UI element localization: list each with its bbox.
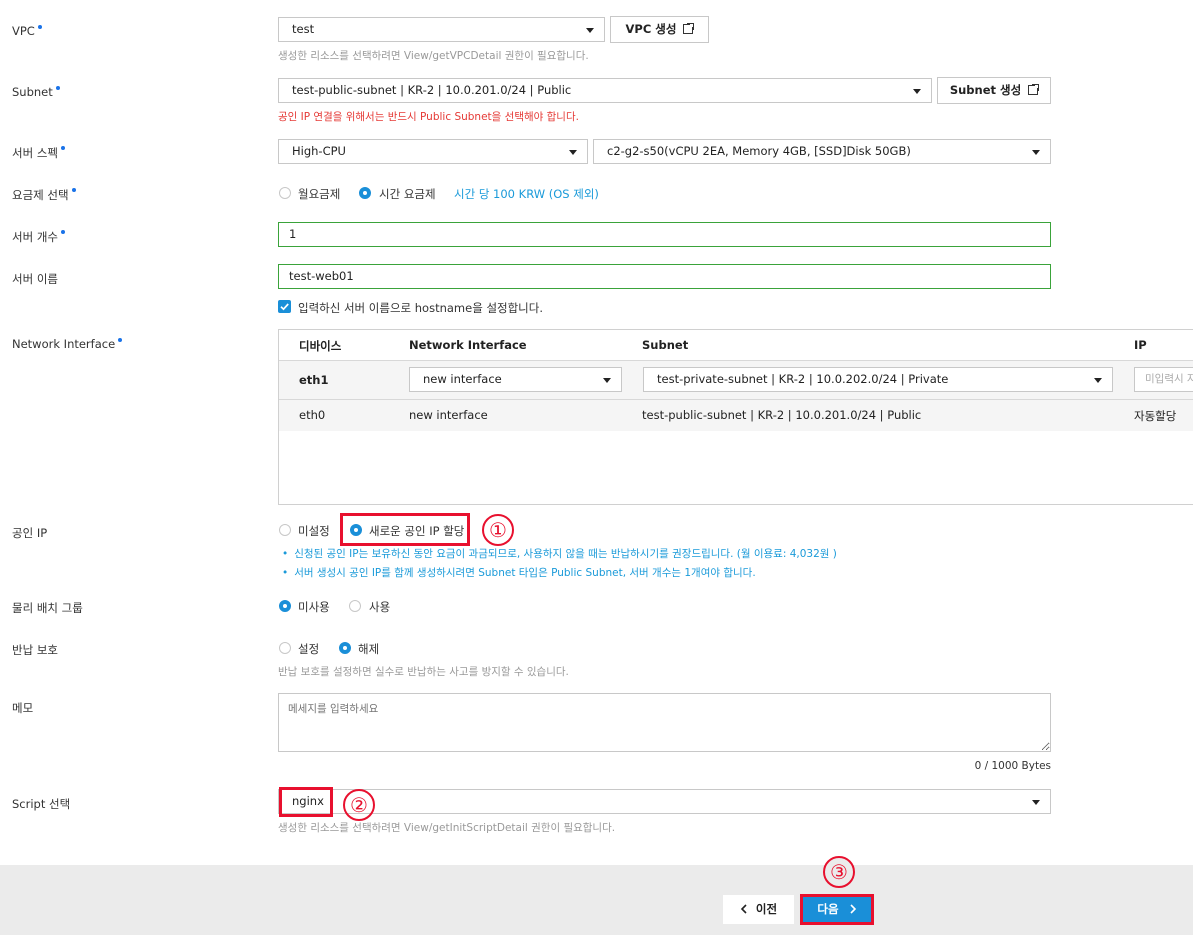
- row2-interface: new interface: [409, 408, 488, 422]
- row1-subnet-select[interactable]: test-private-subnet | KR-2 | 10.0.202.0/…: [643, 367, 1113, 392]
- subnet-warning-text: 공인 IP 연결을 위해서는 반드시 Public Subnet을 선택해야 합…: [278, 111, 579, 123]
- server-type-select[interactable]: High-CPU: [278, 139, 588, 164]
- caret-down-icon: [1032, 150, 1040, 155]
- return-protection-label: 반납 보호: [12, 643, 58, 657]
- pricing-label: 요금제 선택: [12, 187, 76, 203]
- table-header-subnet: Subnet: [642, 338, 689, 352]
- public-ip-none-radio[interactable]: [279, 524, 291, 536]
- row1-interface-select[interactable]: new interface: [409, 367, 622, 392]
- row2-device: eth0: [299, 408, 326, 422]
- caret-down-icon: [913, 89, 921, 94]
- server-spec-select[interactable]: c2-g2-s50(vCPU 2EA, Memory 4GB, [SSD]Dis…: [593, 139, 1051, 164]
- server-name-input[interactable]: test-web01: [278, 264, 1051, 289]
- row1-ip-input[interactable]: 미입력시 자: [1134, 367, 1193, 392]
- required-dot: [37, 25, 42, 29]
- pricing-price-text: 시간 당 100 KRW (OS 제외): [454, 187, 599, 201]
- external-link-icon: [683, 22, 696, 34]
- placement-unused-label: 미사용: [298, 600, 330, 614]
- row1-device: eth1: [299, 373, 329, 387]
- return-protection-on-label: 설정: [298, 642, 320, 656]
- required-dot: [118, 338, 123, 342]
- public-ip-label: 공인 IP: [12, 526, 48, 540]
- pricing-monthly-radio[interactable]: [279, 187, 291, 199]
- hostname-checkbox[interactable]: [278, 300, 291, 313]
- check-icon: [280, 303, 289, 311]
- subnet-create-button[interactable]: Subnet 생성: [937, 77, 1051, 104]
- script-select[interactable]: nginx: [278, 789, 1051, 814]
- script-help-text: 생성한 리소스를 선택하려면 View/getInitScriptDetail …: [278, 822, 616, 834]
- placement-used-label: 사용: [369, 600, 391, 614]
- annotation-circle-1: ①: [482, 514, 514, 546]
- hostname-checkbox-label: 입력하신 서버 이름으로 hostname을 설정합니다.: [298, 301, 543, 315]
- memo-byte-counter: 0 / 1000 Bytes: [974, 760, 1051, 772]
- row2-ip: 자동할당: [1134, 409, 1177, 423]
- external-link-icon: [1028, 83, 1041, 95]
- required-dot: [60, 230, 65, 234]
- table-header-device: 디바이스: [299, 339, 342, 353]
- table-header-interface: Network Interface: [409, 338, 527, 352]
- script-label: Script 선택: [12, 797, 71, 811]
- placement-group-label: 물리 배치 그룹: [12, 601, 83, 615]
- server-name-label: 서버 이름: [12, 272, 58, 286]
- vpc-help-text: 생성한 리소스를 선택하려면 View/getVPCDetail 권한이 필요합…: [278, 50, 589, 62]
- memo-textarea[interactable]: [278, 693, 1051, 752]
- pricing-hourly-label: 시간 요금제: [379, 187, 436, 201]
- return-protection-on-radio[interactable]: [279, 642, 291, 654]
- annotation-box-1: [340, 513, 470, 546]
- return-protection-help: 반납 보호를 설정하면 실수로 반납하는 사고를 방지할 수 있습니다.: [278, 666, 569, 678]
- required-dot: [60, 146, 65, 150]
- table-header-ip: IP: [1134, 338, 1147, 352]
- subnet-select[interactable]: test-public-subnet | KR-2 | 10.0.201.0/2…: [278, 78, 932, 103]
- annotation-box-2: [279, 787, 333, 817]
- return-protection-off-radio[interactable]: [339, 642, 351, 654]
- caret-down-icon: [1094, 378, 1102, 383]
- server-count-label: 서버 개수: [12, 229, 65, 245]
- annotation-box-3: [800, 894, 874, 925]
- row2-subnet: test-public-subnet | KR-2 | 10.0.201.0/2…: [642, 408, 922, 422]
- annotation-circle-2: ②: [343, 789, 375, 821]
- annotation-circle-3: ③: [823, 856, 855, 888]
- server-spec-label: 서버 스펙: [12, 145, 65, 161]
- required-dot: [55, 86, 60, 90]
- subnet-label: Subnet: [12, 85, 60, 99]
- network-interface-label: Network Interface: [12, 337, 123, 351]
- pricing-hourly-radio[interactable]: [359, 187, 371, 199]
- vpc-select[interactable]: test: [278, 17, 605, 42]
- required-dot: [71, 188, 76, 192]
- caret-down-icon: [586, 28, 594, 33]
- pricing-monthly-label: 월요금제: [298, 187, 341, 201]
- public-ip-none-label: 미설정: [298, 524, 330, 538]
- server-count-input[interactable]: 1: [278, 222, 1051, 247]
- caret-down-icon: [603, 378, 611, 383]
- memo-label: 메모: [12, 701, 34, 715]
- vpc-label: VPC: [12, 24, 42, 38]
- placement-unused-radio[interactable]: [279, 600, 291, 612]
- placement-used-radio[interactable]: [349, 600, 361, 612]
- public-ip-note-2: 서버 생성시 공인 IP를 함께 생성하시려면 Subnet 타입은 Publi…: [282, 565, 755, 580]
- prev-button[interactable]: 이전: [723, 895, 794, 924]
- caret-down-icon: [1032, 800, 1040, 805]
- caret-down-icon: [569, 150, 577, 155]
- footer-bar: [0, 865, 1193, 935]
- public-ip-note-1: 신청된 공인 IP는 보유하신 동안 요금이 과금되므로, 사용하지 않을 때는…: [282, 546, 837, 561]
- vpc-create-button[interactable]: VPC 생성: [610, 16, 709, 43]
- return-protection-off-label: 해제: [358, 642, 380, 656]
- chevron-left-icon: [740, 904, 747, 914]
